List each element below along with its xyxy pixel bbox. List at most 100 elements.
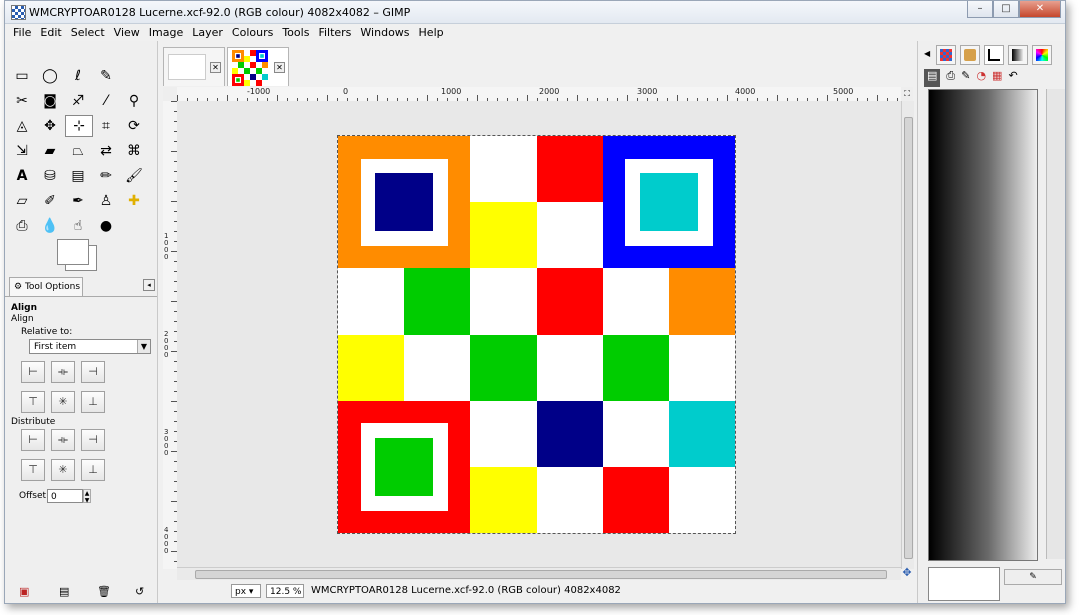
image-tab-blank[interactable]: ✕	[163, 47, 225, 86]
menu-tools[interactable]: Tools	[282, 26, 309, 39]
text-tool-icon[interactable]: A	[11, 165, 33, 187]
fg-bg-colors[interactable]	[57, 239, 99, 271]
horizontal-scrollbar[interactable]	[177, 567, 901, 580]
rect-select-icon[interactable]: ▭	[11, 65, 33, 87]
close-button[interactable]: ✕	[1019, 1, 1061, 18]
menu-help[interactable]: Help	[419, 26, 444, 39]
flip-icon[interactable]: ⇄	[95, 140, 117, 162]
distribute-top-button[interactable]: ⊤	[21, 459, 45, 481]
measure-icon[interactable]: ◬	[11, 115, 33, 137]
tool-options-tab[interactable]: ⚙ Tool Options	[9, 277, 83, 296]
offset-input[interactable]: 0	[47, 489, 83, 503]
heal-icon[interactable]: ✚	[123, 190, 145, 212]
align-tool-icon[interactable]: ⊹	[65, 115, 93, 137]
paths-icon[interactable]: ♐	[67, 90, 89, 112]
layers-tab-icon[interactable]: ▤	[924, 69, 941, 87]
histogram-tab-icon[interactable]: ▦	[992, 69, 1002, 87]
restore-options-icon[interactable]: ▤	[59, 585, 69, 598]
navigate-icon[interactable]: ✥	[901, 567, 913, 579]
ruler-corner[interactable]	[163, 87, 178, 102]
save-options-icon[interactable]: ▣	[19, 585, 29, 598]
menu-filters[interactable]: Filters	[318, 26, 351, 39]
gradient-preview[interactable]	[928, 89, 1038, 561]
vertical-scrollbar[interactable]	[901, 101, 914, 569]
distribute-bottom-button[interactable]: ⊥	[81, 459, 105, 481]
channels-tab-icon[interactable]: ⎙	[946, 69, 955, 87]
menu-layer[interactable]: Layer	[192, 26, 223, 39]
align-center-button[interactable]: ⟛	[51, 361, 75, 383]
palettes-tab-icon[interactable]	[1032, 45, 1052, 65]
minimize-button[interactable]: –	[967, 1, 993, 18]
distribute-right-button[interactable]: ⊣	[81, 429, 105, 451]
blur-icon[interactable]: 💧	[39, 215, 61, 237]
ink-icon[interactable]: ✒	[67, 190, 89, 212]
menu-colours[interactable]: Colours	[232, 26, 273, 39]
menu-select[interactable]: Select	[71, 26, 105, 39]
align-left-edge-button[interactable]: ⊢	[21, 361, 45, 383]
align-bottom-edge-button[interactable]: ⊥	[81, 391, 105, 413]
blend-icon[interactable]: ▤	[67, 165, 89, 187]
perspective-clone-icon[interactable]: ⎙	[11, 215, 33, 237]
foreground-color[interactable]	[57, 239, 89, 265]
relative-to-select[interactable]: First item ▼	[29, 339, 151, 354]
colormap-tab-icon[interactable]: ◔	[976, 69, 986, 87]
distribute-middle-button[interactable]: ✳	[51, 459, 75, 481]
image-tab-active[interactable]: ✕	[227, 47, 289, 86]
airbrush-icon[interactable]: ✐	[39, 190, 61, 212]
menu-image[interactable]: Image	[149, 26, 183, 39]
align-top-edge-button[interactable]: ⊤	[21, 391, 45, 413]
free-select-icon[interactable]: ℓ	[67, 65, 89, 87]
crop-icon[interactable]: ⌗	[95, 115, 117, 137]
smudge-icon[interactable]: ☝	[67, 215, 89, 237]
clone-icon[interactable]: ♙	[95, 190, 117, 212]
scale-icon[interactable]: ⇲	[11, 140, 33, 162]
patterns-tab-icon[interactable]	[936, 45, 956, 65]
move-icon[interactable]: ✥	[39, 115, 61, 137]
undo-tab-icon[interactable]: ↶	[1008, 69, 1017, 87]
perspective-icon[interactable]: ⏢	[67, 140, 89, 162]
menu-edit[interactable]: Edit	[40, 26, 61, 39]
align-middle-button[interactable]: ✳	[51, 391, 75, 413]
cage-transform-icon[interactable]: ⌘	[123, 140, 145, 162]
distribute-center-button[interactable]: ⟛	[51, 429, 75, 451]
edit-icon[interactable]: ✎	[1004, 569, 1062, 585]
distribute-left-button[interactable]: ⊢	[21, 429, 45, 451]
eraser-icon[interactable]: ▱	[11, 190, 33, 212]
maximize-button[interactable]: □	[993, 1, 1019, 18]
bucket-fill-icon[interactable]: ⛁	[39, 165, 61, 187]
menu-view[interactable]: View	[114, 26, 140, 39]
dodge-burn-icon[interactable]: ●	[95, 215, 117, 237]
gradients-tab-icon[interactable]	[1008, 45, 1028, 65]
scroll-thumb[interactable]	[904, 117, 913, 559]
image-canvas[interactable]	[337, 135, 736, 534]
dock-menu-icon[interactable]: ◀	[924, 49, 930, 58]
configure-tab-icon[interactable]: ◂	[143, 279, 155, 291]
color-picker-icon[interactable]: ⁄	[95, 90, 117, 112]
unit-select[interactable]: px ▾	[231, 584, 261, 598]
align-right-edge-button[interactable]: ⊣	[81, 361, 105, 383]
zoom-icon[interactable]: ⚲	[123, 90, 145, 112]
fuzzy-select-icon[interactable]: ✎	[95, 65, 117, 87]
close-tab-icon[interactable]: ✕	[210, 62, 221, 73]
zoom-select[interactable]: 12.5 %	[266, 584, 304, 598]
shear-icon[interactable]: ▰	[39, 140, 61, 162]
pencil-icon[interactable]: ✏	[95, 165, 117, 187]
delete-options-icon[interactable]: 🗑	[97, 585, 111, 598]
scroll-thumb[interactable]	[195, 570, 887, 579]
zoom-lock-icon[interactable]: ⛶	[901, 87, 913, 102]
brush-preview[interactable]	[928, 567, 1000, 601]
ellipse-select-icon[interactable]: ◯	[39, 65, 61, 87]
offset-spinner[interactable]: ▲ ▼	[83, 489, 91, 504]
foreground-select-icon[interactable]: ◙	[39, 90, 61, 112]
rotate-icon[interactable]: ⟳	[123, 115, 145, 137]
paths-tab-icon[interactable]: ✎	[961, 69, 970, 87]
menu-file[interactable]: File	[13, 26, 31, 39]
fonts-tab-icon[interactable]	[984, 45, 1004, 65]
reset-options-icon[interactable]: ↺	[135, 585, 144, 598]
title-bar[interactable]: WMCRYPTOAR0128 Lucerne.xcf-92.0 (RGB col…	[5, 1, 1065, 24]
brushes-tab-icon[interactable]	[960, 45, 980, 65]
dock-scrollbar[interactable]	[1046, 89, 1065, 559]
paintbrush-icon[interactable]: 🖌	[123, 165, 145, 187]
close-tab-icon[interactable]: ✕	[274, 62, 285, 73]
menu-windows[interactable]: Windows	[360, 26, 409, 39]
